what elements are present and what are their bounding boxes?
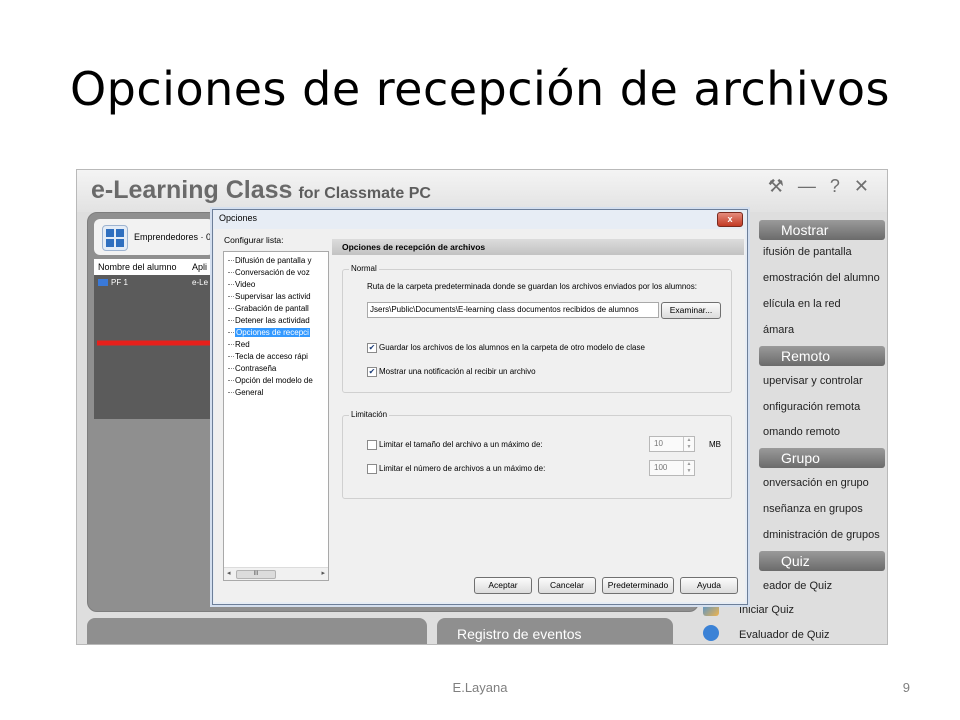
section-quiz[interactable]: Quiz bbox=[759, 551, 885, 571]
limit-count-label: Limitar el número de archivos a un máxim… bbox=[379, 464, 546, 473]
menu-item-group-chat[interactable]: onversación en grupo bbox=[763, 477, 869, 489]
folder-path-field[interactable]: Jsers\Public\Documents\E-learning class … bbox=[367, 302, 659, 318]
class-name-label[interactable]: Emprendedores · 0 bbox=[134, 232, 211, 242]
menu-item-quiz-evaluator[interactable]: Evaluador de Quiz bbox=[739, 629, 830, 641]
menu-item-monitor-control[interactable]: upervisar y controlar bbox=[763, 375, 863, 387]
grid-view-icon[interactable] bbox=[102, 225, 128, 251]
limit-group: Limitación Limitar el tamaño del archivo… bbox=[342, 410, 732, 499]
size-unit-label: MB bbox=[709, 440, 721, 449]
tree-item-video[interactable]: Video bbox=[228, 280, 326, 292]
limit-size-checkbox[interactable] bbox=[367, 440, 377, 450]
tree-item-screen-recording[interactable]: Grabación de pantall bbox=[228, 304, 326, 316]
page-number: 9 bbox=[902, 680, 910, 695]
settings-title: Opciones de recepción de archivos bbox=[332, 239, 744, 255]
app-name-suffix: for Classmate PC bbox=[298, 185, 431, 202]
menu-item-screen-broadcast[interactable]: ifusión de pantalla bbox=[763, 246, 852, 258]
student-name: PF 1 bbox=[111, 278, 128, 287]
column-student-name[interactable]: Nombre del alumno bbox=[98, 262, 177, 272]
computer-icon bbox=[98, 279, 108, 287]
tree-item-hotkey[interactable]: Tecla de acceso rápi bbox=[228, 352, 326, 364]
menu-item-camera[interactable]: ámara bbox=[763, 324, 794, 336]
event-log-panel: Registro de eventos bbox=[437, 618, 673, 644]
tree-item-network[interactable]: Red bbox=[228, 340, 326, 352]
student-table-header: Nombre del alumno Apli bbox=[94, 259, 214, 275]
browse-button[interactable]: Examinar... bbox=[661, 302, 721, 319]
help-icon[interactable]: ? bbox=[830, 176, 840, 197]
options-tree: Difusión de pantalla y Conversación de v… bbox=[223, 251, 329, 581]
tree-horizontal-scrollbar[interactable]: ◂ III ▸ bbox=[224, 567, 328, 580]
app-titlebar: e-Learning Class for Classmate PC ⚒ — ? ✕ bbox=[77, 170, 887, 212]
bottom-panel bbox=[87, 618, 427, 644]
app-name-text: e-Learning Class bbox=[91, 176, 293, 204]
limit-count-checkbox[interactable] bbox=[367, 464, 377, 474]
show-notification-label: Mostrar una notificación al recibir un a… bbox=[379, 367, 536, 376]
menu-item-remote-settings[interactable]: onfiguración remota bbox=[763, 401, 860, 413]
section-grupo[interactable]: Grupo bbox=[759, 448, 885, 468]
tree-item-receive-options[interactable]: Opciones de recepci bbox=[228, 328, 326, 340]
limit-group-label: Limitación bbox=[349, 410, 390, 419]
table-row[interactable]: PF 1 e-Le bbox=[94, 275, 214, 291]
tree-item-voice-chat[interactable]: Conversación de voz bbox=[228, 268, 326, 280]
menu-item-group-teaching[interactable]: nseñanza en grupos bbox=[763, 503, 863, 515]
dialog-body: Configurar lista: Difusión de pantalla y… bbox=[214, 229, 745, 602]
default-button[interactable]: Predeterminado bbox=[602, 577, 674, 594]
class-toolbar: Emprendedores · 0 bbox=[94, 219, 214, 255]
dialog-close-button[interactable]: x bbox=[717, 212, 743, 227]
event-log-title[interactable]: Registro de eventos bbox=[457, 626, 582, 642]
minimize-icon[interactable]: — bbox=[798, 176, 816, 197]
menu-item-network-movie[interactable]: elícula en la red bbox=[763, 298, 841, 310]
count-limit-stepper[interactable]: 100 ▲ ▼ bbox=[649, 460, 695, 476]
tree-item-screen-broadcast[interactable]: Difusión de pantalla y bbox=[228, 256, 326, 268]
normal-group: Normal Ruta de la carpeta predeterminada… bbox=[342, 264, 732, 393]
size-limit-value: 10 bbox=[654, 439, 663, 448]
help-button[interactable]: Ayuda bbox=[680, 577, 738, 594]
show-notification-checkbox[interactable]: ✔ bbox=[367, 367, 377, 377]
normal-group-label: Normal bbox=[349, 264, 379, 273]
tree-item-class-model[interactable]: Opción del modelo de bbox=[228, 376, 326, 388]
size-limit-stepper[interactable]: 10 ▲ ▼ bbox=[649, 436, 695, 452]
accept-button[interactable]: Aceptar bbox=[474, 577, 532, 594]
scroll-right-icon[interactable]: ▸ bbox=[321, 569, 325, 577]
menu-item-quiz-creator[interactable]: eador de Quiz bbox=[763, 580, 832, 592]
options-dialog: Opciones x Configurar lista: Difusión de… bbox=[212, 209, 748, 605]
stepper-arrows-icon[interactable]: ▲ ▼ bbox=[683, 437, 694, 451]
tree-item-monitor-activity[interactable]: Supervisar las activid bbox=[228, 292, 326, 304]
config-list-label: Configurar lista: bbox=[224, 235, 284, 245]
close-icon[interactable]: ✕ bbox=[854, 176, 869, 197]
folder-path-description: Ruta de la carpeta predeterminada donde … bbox=[367, 282, 697, 291]
scroll-thumb[interactable]: III bbox=[236, 570, 276, 579]
app-name: e-Learning Class for Classmate PC bbox=[91, 176, 431, 205]
slide-title: Opciones de recepción de archivos bbox=[69, 62, 891, 116]
section-mostrar[interactable]: Mostrar bbox=[759, 220, 885, 240]
tree-item-password[interactable]: Contraseña bbox=[228, 364, 326, 376]
quiz-evaluator-icon bbox=[703, 625, 719, 641]
tree-item-general[interactable]: General bbox=[228, 388, 326, 400]
tools-icon[interactable]: ⚒ bbox=[768, 176, 784, 197]
section-remoto[interactable]: Remoto bbox=[759, 346, 885, 366]
column-application[interactable]: Apli bbox=[192, 262, 207, 272]
menu-item-student-demo[interactable]: emostración del alumno bbox=[763, 272, 880, 284]
menu-item-start-quiz[interactable]: Iniciar Quiz bbox=[739, 604, 794, 616]
menu-item-remote-command[interactable]: omando remoto bbox=[763, 426, 840, 438]
settings-panel: Opciones de recepción de archivos Normal… bbox=[332, 239, 744, 581]
limit-size-label: Limitar el tamaño del archivo a un máxim… bbox=[379, 440, 543, 449]
tree-item-stop-activities[interactable]: Detener las actividad bbox=[228, 316, 326, 328]
dialog-title: Opciones bbox=[219, 213, 258, 223]
save-other-class-label: Guardar los archivos de los alumnos en l… bbox=[379, 343, 645, 352]
cancel-button[interactable]: Cancelar bbox=[538, 577, 596, 594]
student-application: e-Le bbox=[192, 278, 209, 287]
footer-author: E.Layana bbox=[452, 680, 508, 695]
scroll-left-icon[interactable]: ◂ bbox=[227, 569, 231, 577]
window-controls: ⚒ — ? ✕ bbox=[768, 176, 869, 197]
count-limit-value: 100 bbox=[654, 463, 668, 472]
stepper-arrows-icon[interactable]: ▲ ▼ bbox=[683, 461, 694, 475]
save-other-class-checkbox[interactable]: ✔ bbox=[367, 343, 377, 353]
menu-item-group-admin[interactable]: dministración de grupos bbox=[763, 529, 880, 541]
